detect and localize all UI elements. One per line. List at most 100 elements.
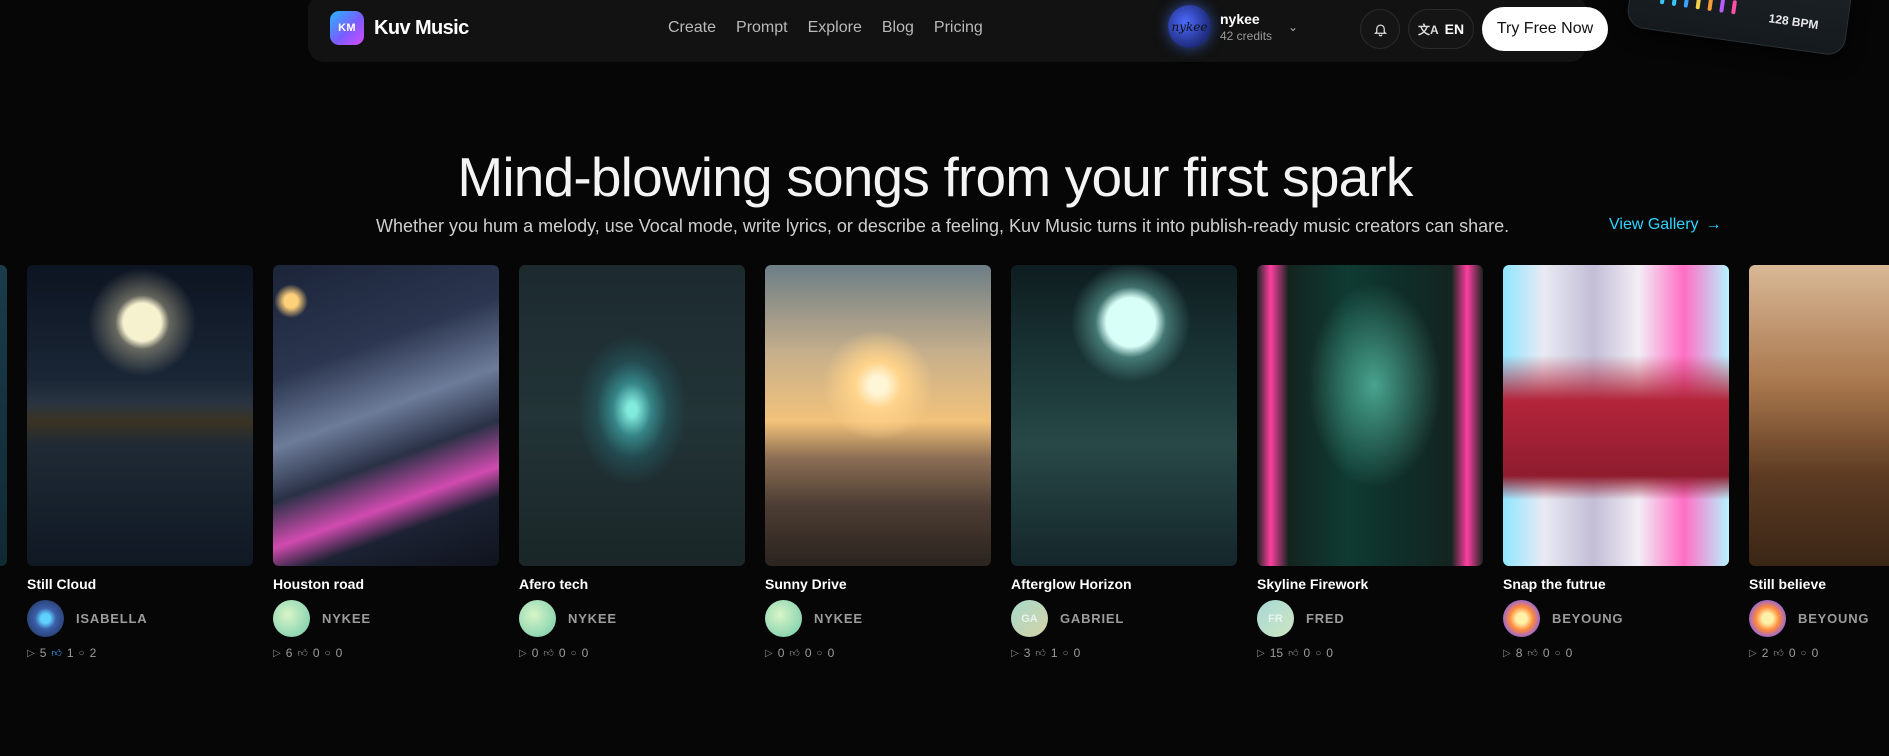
nav-link-blog[interactable]: Blog [882,19,914,37]
brand-logo[interactable]: KM Kuv Music [330,11,469,45]
song-cover-art[interactable] [519,265,745,566]
song-stats: ▷ 3 👍︎ 1 ○ 0 [1011,646,1237,660]
song-cover-art[interactable] [1257,265,1483,566]
artist-avatar [765,600,802,637]
song-stats: ▷ 6 👍︎ 0 ○ 0 [273,646,499,660]
song-title[interactable]: Still believe [1749,576,1889,592]
like-icon[interactable]: 👍︎ [543,647,553,659]
play-count-icon: ▷ [765,647,773,659]
comment-count: 0 [1565,646,1573,660]
artist-row[interactable]: FR FRED [1257,600,1483,637]
artist-avatar [1503,600,1540,637]
play-count-icon: ▷ [519,647,527,659]
song-title[interactable]: Afterglow Horizon [1011,576,1237,592]
play-count: 0 [777,646,785,660]
comment-icon[interactable]: ○ [817,648,823,659]
artist-row[interactable]: NYKEE [765,600,991,637]
notifications-button[interactable] [1360,9,1400,49]
logo-badge-icon: KM [330,11,364,45]
bell-icon [1373,24,1387,36]
comment-icon[interactable]: ○ [1063,648,1069,659]
song-card[interactable]: Still believe BEYOUNG ▷ 2 👍︎ 0 ○ 0 [1749,265,1889,660]
artist-name: ISABELLA [76,611,148,626]
like-icon[interactable]: 👍︎ [1288,647,1298,659]
comment-icon[interactable]: ○ [325,648,331,659]
song-stats: ▷ 0 👍︎ 0 ○ 0 [519,646,745,660]
artist-avatar [1749,600,1786,637]
song-title[interactable]: Still Cloud [27,576,253,592]
song-card[interactable]: Houston road NYKEE ▷ 6 👍︎ 0 ○ 0 [273,265,499,660]
song-title[interactable]: Afero tech [519,576,745,592]
play-count-icon: ▷ [1257,647,1265,659]
song-stats: ▷ 5 👍︎ 1 ○ 2 [27,646,253,660]
like-icon[interactable]: 👍︎ [1527,647,1537,659]
play-count: 5 [39,646,47,660]
try-free-button[interactable]: Try Free Now [1482,7,1608,51]
artist-row[interactable]: BEYOUNG [1749,600,1889,637]
play-count-icon: ▷ [1749,647,1757,659]
like-icon[interactable]: 👍︎ [1773,647,1783,659]
song-cover-art[interactable] [1503,265,1729,566]
play-count-icon: ▷ [1011,647,1019,659]
view-gallery-link[interactable]: View Gallery → [1609,216,1722,234]
song-cover-art[interactable] [765,265,991,566]
bpm-equalizer-icon [1659,0,1738,15]
song-card[interactable]: Sunny Drive NYKEE ▷ 0 👍︎ 0 ○ 0 [765,265,991,660]
artist-name: NYKEE [568,611,617,626]
comment-count: 2 [89,646,97,660]
play-count: 15 [1269,646,1284,660]
song-card[interactable]: Afterglow Horizon GA GABRIEL ▷ 3 👍︎ 1 ○ 0 [1011,265,1237,660]
chevron-down-icon[interactable]: ⌄ [1288,20,1298,34]
user-name: nykee [1220,10,1260,27]
comment-icon[interactable]: ○ [571,648,577,659]
song-cover-art[interactable] [1011,265,1237,566]
artist-row[interactable]: BEYOUNG [1503,600,1729,637]
artist-row[interactable]: NYKEE [273,600,499,637]
play-count-icon: ▷ [273,647,281,659]
equalizer-bar [1731,0,1738,15]
like-icon[interactable]: 👍︎ [297,647,307,659]
song-card[interactable]: Still Cloud ISABELLA ▷ 5 👍︎ 1 ○ 2 [27,265,253,660]
equalizer-bar [1719,0,1726,13]
song-gallery: Still Cloud ISABELLA ▷ 5 👍︎ 1 ○ 2 Houston road NY… [0,265,1889,685]
artist-name: FRED [1306,611,1345,626]
nav-link-prompt[interactable]: Prompt [736,19,788,37]
comment-icon[interactable]: ○ [79,648,85,659]
song-title[interactable]: Sunny Drive [765,576,991,592]
song-title[interactable]: Snap the futrue [1503,576,1729,592]
comment-icon[interactable]: ○ [1315,648,1321,659]
song-cover-art[interactable] [27,265,253,566]
song-stats: ▷ 15 👍︎ 0 ○ 0 [1257,646,1483,660]
like-count: 1 [66,646,74,660]
artist-row[interactable]: NYKEE [519,600,745,637]
nav-link-pricing[interactable]: Pricing [934,19,983,37]
comment-icon[interactable]: ○ [1555,648,1561,659]
user-avatar: nykee [1168,5,1211,48]
song-title[interactable]: Houston road [273,576,499,592]
language-button[interactable]: 文A EN [1408,9,1474,49]
song-card[interactable]: Afero tech NYKEE ▷ 0 👍︎ 0 ○ 0 [519,265,745,660]
bpm-label: 128 BPM [1767,11,1820,33]
like-icon[interactable]: 👍︎ [1035,647,1045,659]
equalizer-bar [1707,0,1714,12]
comment-icon[interactable]: ○ [1801,648,1807,659]
partial-song-cover[interactable] [0,265,7,566]
artist-name: GABRIEL [1060,611,1125,626]
nav-link-explore[interactable]: Explore [808,19,862,37]
song-cover-art[interactable] [1749,265,1889,566]
song-title[interactable]: Skyline Firework [1257,576,1483,592]
nav-link-create[interactable]: Create [668,19,716,37]
comment-count: 0 [827,646,835,660]
artist-row[interactable]: GA GABRIEL [1011,600,1237,637]
user-meta: nykee 42 credits [1220,11,1272,43]
play-count: 8 [1515,646,1523,660]
like-icon[interactable]: 👍︎ [51,647,61,659]
artist-row[interactable]: ISABELLA [27,600,253,637]
song-card[interactable]: Snap the futrue BEYOUNG ▷ 8 👍︎ 0 ○ 0 [1503,265,1729,660]
song-cover-art[interactable] [273,265,499,566]
arrow-right-icon: → [1705,216,1722,233]
user-menu[interactable]: nykee nykee 42 credits ⌄ [1168,5,1298,48]
song-card[interactable]: Skyline Firework FR FRED ▷ 15 👍︎ 0 ○ 0 [1257,265,1483,660]
like-icon[interactable]: 👍︎ [789,647,799,659]
artist-avatar: GA [1011,600,1048,637]
